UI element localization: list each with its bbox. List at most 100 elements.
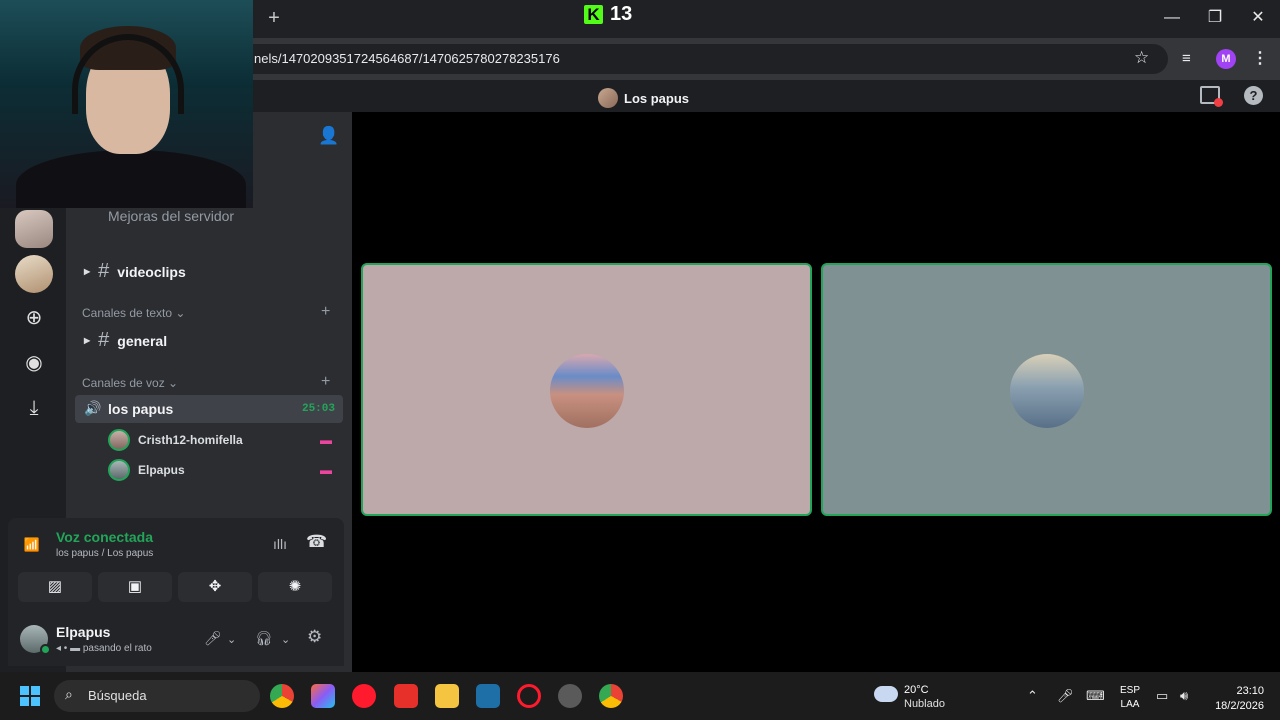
voice-location[interactable]: los papus / Los papus [56,548,153,559]
copilot-app-icon[interactable] [311,684,335,708]
headphones-icon[interactable]: 🎧︎ [255,630,273,647]
cloud-icon[interactable] [874,686,898,702]
language-indicator[interactable]: ESP LAA [1120,684,1140,712]
online-status-dot [40,644,51,655]
activity-icon: ▬ [320,463,332,477]
v-app-icon[interactable] [476,684,500,708]
voice-channel-label: los papus [108,401,174,417]
microphone-icon[interactable]: 🎤︎ [204,630,222,647]
bookmark-star-icon[interactable]: ☆ [1134,48,1149,68]
member-avatar [108,429,130,451]
youtube-app-icon[interactable] [394,684,418,708]
category-text-channels[interactable]: Canales de texto ⌄ [82,306,185,320]
close-button[interactable]: ✕ [1244,6,1272,30]
expand-arrow-icon: ▶ [84,267,91,276]
search-placeholder: Búsqueda [88,688,147,703]
hash-icon: # [98,260,110,282]
noise-suppression-icon[interactable]: ıllı [273,536,287,552]
soundboard-button[interactable]: ✺ [258,572,332,602]
participant-tile-1[interactable] [361,263,812,516]
webcam-overlay [0,0,253,208]
camera-toggle-button[interactable]: ▨ [18,572,92,602]
activities-button[interactable]: ✥ [178,572,252,602]
channel-label: videoclips [117,263,186,280]
user-panel: Elpapus ◂ • ▬ pasando el rato 🎤︎ ⌄ 🎧︎ ⌄ … [8,606,344,666]
voice-member[interactable]: Elpapus [108,459,185,481]
url-text[interactable]: nels/1470209351724564687/147062578027823… [254,51,560,66]
chrome-app-icon[interactable] [270,684,294,708]
profile-avatar[interactable]: M [1216,49,1236,69]
voice-status: Voz conectada [56,529,153,545]
settings-gear-icon[interactable]: ⚙ [307,627,322,647]
server-icon-2[interactable] [15,255,53,293]
keyboard-layout: LAA [1120,699,1140,710]
channel-label: general [117,332,168,349]
browser-menu-icon[interactable]: ⋮ [1252,48,1268,68]
server-boost-link[interactable]: Mejoras del servidor [108,208,234,224]
add-server-icon[interactable]: ⊕ [15,299,53,337]
voice-member[interactable]: Cristh12-homifella [108,429,243,451]
explore-icon[interactable]: ◉ [15,344,53,382]
activities-icon: ✥ [208,578,222,595]
maximize-button[interactable]: ❐ [1201,6,1229,30]
connection-signal-icon[interactable]: 📶 [18,530,46,560]
member-avatar [108,459,130,481]
custom-status-text: pasando el rato [82,643,152,654]
minimize-button[interactable]: — [1158,6,1186,30]
participant-avatar [550,354,624,428]
audio-options-chevron-icon[interactable]: ⌄ [281,633,290,646]
download-icon[interactable]: ⤓ [15,389,53,427]
popout-screen-icon[interactable] [1200,86,1223,107]
screen-share-icon: ▣ [127,578,143,595]
disconnect-icon[interactable]: ☎ [306,532,327,552]
weather-desc: Nublado [904,698,945,710]
language-code: ESP [1120,685,1141,696]
tray-keyboard-icon[interactable]: ⌨ [1086,688,1105,704]
participant-avatar [1010,354,1084,428]
webcam-body [16,150,246,208]
custom-status: ◂ • ▬ pasando el rato [56,643,152,654]
mic-options-chevron-icon[interactable]: ⌄ [227,633,236,646]
add-voice-channel-icon[interactable]: + [321,373,330,391]
windows-start-icon[interactable] [20,686,40,706]
voice-channel-los-papus[interactable]: 🔊 los papus 25:03 [75,395,343,423]
new-tab-button[interactable]: + [262,6,286,30]
category-voice-channels[interactable]: Canales de voz ⌄ [82,376,178,390]
channel-videoclips[interactable]: ▶ # videoclips [84,260,186,283]
opera-gx-app-icon[interactable] [517,684,541,708]
opera-app-icon[interactable] [352,684,376,708]
voice-connection-panel: 📶 Voz conectada los papus / Los papus ıl… [8,518,344,606]
username: Elpapus [56,624,111,640]
weather-temp: 20°C [904,684,929,696]
speaker-icon: 🔊 [84,400,102,416]
help-icon[interactable]: ? [1244,86,1263,105]
participant-tile-2[interactable] [821,263,1272,516]
viewer-count: 13 [610,3,633,25]
network-icon[interactable]: ▭ [1156,688,1168,704]
hash-icon: # [98,329,110,351]
kick-logo: K [584,5,603,24]
invite-people-icon[interactable]: 👤 [318,126,339,146]
call-title-text: Los papus [624,90,690,106]
taskbar-search[interactable]: ⌕ Búsqueda [54,680,260,712]
server-icon-1[interactable] [15,210,53,248]
channel-general[interactable]: ▶ # general [84,329,167,352]
expand-arrow-icon: ▶ [84,336,91,345]
add-text-channel-icon[interactable]: + [321,303,330,321]
call-avatar [598,88,618,108]
obs-app-icon[interactable] [558,684,582,708]
tray-expand-icon[interactable]: ⌃ [1027,688,1038,704]
system-clock[interactable]: 23:10 18/2/2026 [1208,684,1264,714]
screen: + K 13 — ❐ ✕ nels/1470209351724564687/14… [0,0,1280,720]
category-label: Canales de texto [82,306,173,320]
chrome-profile-app-icon[interactable] [599,684,623,708]
search-icon: ⌕ [65,686,73,702]
share-screen-button[interactable]: ▣ [98,572,172,602]
clock-date: 18/2/2026 [1215,700,1264,712]
volume-icon[interactable]: 🔊︎ [1180,688,1188,704]
media-controls-icon[interactable]: ≡ [1182,50,1191,67]
tray-mic-icon[interactable]: 🎤︎ [1057,688,1074,704]
file-explorer-icon[interactable] [435,684,459,708]
live-dot [1214,98,1223,107]
voice-timer: 25:03 [301,403,335,415]
